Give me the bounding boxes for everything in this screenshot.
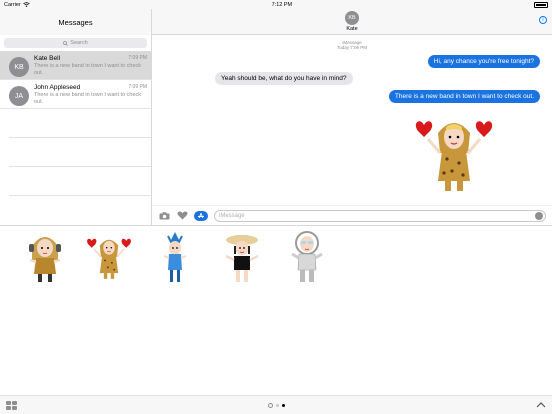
status-bar: Carrier 7:12 PM	[0, 0, 552, 9]
chevron-up-icon[interactable]	[536, 400, 546, 410]
page-dot-active[interactable]	[281, 403, 285, 407]
conversation-time: 7:09 PM	[128, 84, 147, 90]
conversation-item-john-appleseed[interactable]: JA John Appleseed 7:09 PM There is a new…	[0, 80, 151, 109]
avatar: KB	[9, 57, 29, 77]
conversation-preview: There is a new band in town I want to ch…	[34, 92, 142, 105]
app-store-button[interactable]	[194, 210, 208, 221]
chat-transcript: iMessage Today 7:09 PM Hi, any chance yo…	[152, 35, 552, 205]
empty-row	[9, 167, 151, 196]
conversation-item-kate-bell[interactable]: KB Kate Bell 7:09 PM There is a new band…	[0, 51, 151, 80]
empty-row	[9, 138, 151, 167]
app-store-icon	[198, 212, 204, 219]
sticker-headphones-girl[interactable]	[24, 230, 66, 284]
message-composer: iMessage	[152, 205, 552, 225]
page-indicator[interactable]	[267, 402, 285, 408]
sticker-silver-outfit[interactable]	[288, 230, 326, 284]
conversation-name: John Appleseed	[34, 84, 81, 91]
contact-avatar[interactable]: KB	[345, 11, 359, 25]
info-icon[interactable]: i	[539, 16, 547, 24]
conversation-time: 7:09 PM	[128, 55, 147, 61]
carrier-label: Carrier	[4, 1, 21, 8]
contact-name[interactable]: Kate	[346, 26, 357, 32]
avatar: JA	[9, 86, 29, 106]
empty-row	[9, 109, 151, 138]
message-bubble-outgoing[interactable]: Hi, any chance you're free tonight?	[427, 55, 540, 68]
search-placeholder: Search	[70, 40, 88, 46]
camera-button[interactable]	[158, 211, 170, 221]
camera-icon	[159, 211, 169, 219]
wifi-icon	[23, 2, 30, 7]
message-bubble-outgoing[interactable]: There is a new band in town I want to ch…	[388, 90, 540, 103]
heart-icon	[177, 211, 187, 220]
sticker-straw-hat-girl[interactable]	[222, 232, 262, 284]
status-left: Carrier	[4, 2, 30, 8]
search-input[interactable]: Search	[4, 38, 147, 48]
sent-sticker-leopard-hearts[interactable]	[414, 113, 494, 193]
status-time: 7:12 PM	[271, 1, 293, 8]
sticker-leopard-hearts[interactable]	[86, 230, 132, 284]
battery-icon	[533, 1, 548, 8]
recents-icon[interactable]	[267, 402, 273, 408]
message-input[interactable]: iMessage	[214, 209, 546, 222]
app-grid-icon[interactable]	[6, 401, 17, 410]
message-timestamp: Today 7:09 PM	[336, 45, 368, 50]
digital-touch-button[interactable]	[176, 211, 188, 221]
sticker-blue-feather[interactable]	[160, 230, 190, 286]
app-drawer-bar	[0, 395, 552, 414]
message-input-placeholder: iMessage	[219, 212, 245, 219]
conversation-preview: There is a new band in town I want to ch…	[34, 63, 142, 76]
message-bubble-incoming[interactable]: Yeah should be, what do you have in mind…	[215, 72, 353, 85]
microphone-icon[interactable]	[535, 212, 543, 220]
status-right	[533, 1, 548, 8]
sticker-drawer	[0, 225, 552, 395]
sidebar-title: Messages	[0, 9, 151, 35]
conversation-list-panel: Messages Search KB Kate Bell 7:09 PM The…	[0, 9, 152, 225]
chat-header: KB Kate i	[152, 9, 552, 35]
search-icon	[63, 40, 69, 46]
conversation-name: Kate Bell	[34, 55, 61, 62]
page-dot[interactable]	[275, 403, 279, 407]
